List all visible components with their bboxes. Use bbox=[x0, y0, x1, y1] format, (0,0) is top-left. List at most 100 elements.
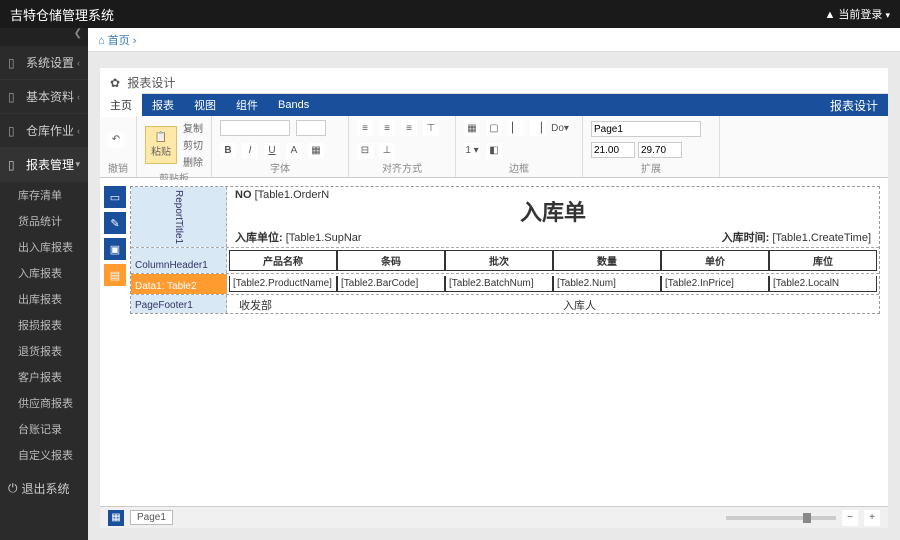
border-width-button[interactable]: 1 ▾ bbox=[464, 143, 480, 159]
align-top-button[interactable]: ⊤ bbox=[423, 120, 439, 136]
field-price[interactable]: [Table2.InPrice] bbox=[661, 276, 769, 292]
user-menu[interactable]: ▲ 当前登录 bbox=[824, 6, 890, 22]
band-label: ColumnHeader1 bbox=[131, 248, 227, 273]
band-body[interactable]: 产品名称 条码 批次 数量 单价 库位 bbox=[227, 248, 879, 273]
border-none-button[interactable]: ▢ bbox=[486, 120, 502, 136]
sidebar-collapse-button[interactable]: ❮ bbox=[0, 28, 88, 46]
align-middle-button[interactable]: ⊟ bbox=[357, 143, 373, 159]
fill-color-button[interactable]: ▦ bbox=[308, 143, 324, 159]
col-qty[interactable]: 数量 bbox=[553, 250, 661, 271]
group-clipboard: 📋 粘贴 复制 剪切 删除 剪贴板 bbox=[137, 116, 212, 177]
band-page-footer[interactable]: PageFooter1 收发部 入库人 bbox=[131, 295, 879, 313]
field-barcode[interactable]: [Table2.BarCode] bbox=[337, 276, 445, 292]
col-barcode[interactable]: 条码 bbox=[337, 250, 445, 271]
chevron-down-icon bbox=[885, 9, 890, 21]
main: ⌂ 首页 › ✿ 报表设计 主页 报表 视图 组件 Bands 报表设计 ↶ 撤… bbox=[88, 28, 900, 540]
design-surface[interactable]: ▭ ✎ ▣ ▤ ReportTitle1 NO [Table1.OrderN 入… bbox=[100, 180, 888, 506]
tool-barcode[interactable]: ▤ bbox=[104, 264, 126, 286]
zoom-out-button[interactable]: − bbox=[842, 510, 858, 526]
align-right-button[interactable]: ≡ bbox=[401, 120, 417, 136]
border-right-button[interactable]: ▕ bbox=[530, 120, 546, 136]
tool-image[interactable]: ▣ bbox=[104, 238, 126, 260]
band-report-title[interactable]: ReportTitle1 NO [Table1.OrderN 入库单 入库单位:… bbox=[131, 187, 879, 248]
field-operator[interactable]: 入库人 bbox=[553, 297, 877, 311]
sub-in-report[interactable]: 入库报表 bbox=[0, 260, 88, 286]
field-product[interactable]: [Table2.ProductName] bbox=[229, 276, 337, 292]
band-body[interactable]: 收发部 入库人 bbox=[227, 295, 879, 313]
tool-text[interactable]: ✎ bbox=[104, 212, 126, 234]
zoom-slider[interactable] bbox=[726, 516, 836, 520]
cut-button[interactable]: 剪切 bbox=[183, 137, 203, 152]
paste-button[interactable]: 📋 粘贴 bbox=[145, 126, 177, 164]
font-size-select[interactable] bbox=[296, 120, 326, 136]
font-family-select[interactable] bbox=[220, 120, 290, 136]
nav-report-mgmt[interactable]: ▯ 报表管理 ▾ bbox=[0, 148, 88, 182]
align-bottom-button[interactable]: ⊥ bbox=[379, 143, 395, 159]
panel: ✿ 报表设计 主页 报表 视图 组件 Bands 报表设计 ↶ 撤销 📋 bbox=[100, 68, 888, 528]
nav-system-settings[interactable]: ▯ 系统设置 ‹ bbox=[0, 46, 88, 80]
tab-bands[interactable]: Bands bbox=[268, 95, 319, 115]
tab-view[interactable]: 视图 bbox=[184, 93, 226, 117]
undo-button[interactable]: ↶ bbox=[108, 132, 124, 148]
add-page-button[interactable]: ▦ bbox=[108, 510, 124, 526]
page-height-input[interactable] bbox=[638, 142, 682, 158]
toolbox-rail: ▭ ✎ ▣ ▤ bbox=[104, 186, 126, 290]
sub-damage-report[interactable]: 报损报表 bbox=[0, 312, 88, 338]
band-column-header[interactable]: ColumnHeader1 产品名称 条码 批次 数量 单价 库位 bbox=[131, 248, 879, 274]
delete-button[interactable]: 删除 bbox=[183, 154, 203, 169]
sub-inout-report[interactable]: 出入库报表 bbox=[0, 234, 88, 260]
sub-return-report[interactable]: 退货报表 bbox=[0, 338, 88, 364]
col-product[interactable]: 产品名称 bbox=[229, 250, 337, 271]
nav-warehouse-ops[interactable]: ▯ 仓库作业 ‹ bbox=[0, 114, 88, 148]
field-location[interactable]: [Table2.LocalN bbox=[769, 276, 877, 292]
zoom-thumb[interactable] bbox=[803, 513, 811, 523]
group-page: 扩展 bbox=[583, 116, 720, 177]
copy-button[interactable]: 复制 bbox=[183, 120, 203, 135]
sub-supplier-report[interactable]: 供应商报表 bbox=[0, 390, 88, 416]
font-color-button[interactable]: A bbox=[286, 143, 302, 159]
page-tab[interactable]: Page1 bbox=[130, 510, 173, 525]
sub-out-report[interactable]: 出库报表 bbox=[0, 286, 88, 312]
bookmark-icon: ▯ bbox=[8, 124, 22, 138]
field-doc-title[interactable]: 入库单 bbox=[227, 195, 879, 227]
sub-ledger[interactable]: 台账记录 bbox=[0, 416, 88, 442]
page-select[interactable] bbox=[591, 121, 701, 137]
border-left-button[interactable]: ▏ bbox=[508, 120, 524, 136]
field-batch[interactable]: [Table2.BatchNum] bbox=[445, 276, 553, 292]
sub-custom-report[interactable]: 自定义报表 bbox=[0, 442, 88, 468]
border-style-button[interactable]: Do▾ bbox=[552, 120, 568, 136]
tab-home[interactable]: 主页 bbox=[100, 93, 142, 117]
col-batch[interactable]: 批次 bbox=[445, 250, 553, 271]
align-left-button[interactable]: ≡ bbox=[357, 120, 373, 136]
sub-customer-report[interactable]: 客户报表 bbox=[0, 364, 88, 390]
border-color-button[interactable]: ◧ bbox=[486, 143, 502, 159]
breadcrumb-home[interactable]: 首页 bbox=[108, 35, 130, 47]
field-qty[interactable]: [Table2.Num] bbox=[553, 276, 661, 292]
band-body[interactable]: NO [Table1.OrderN 入库单 入库单位: [Table1.SupN… bbox=[227, 187, 879, 247]
band-body[interactable]: [Table2.ProductName] [Table2.BarCode] [T… bbox=[227, 274, 879, 294]
nav-basic-data[interactable]: ▯ 基本资料 ‹ bbox=[0, 80, 88, 114]
sub-inventory-list[interactable]: 库存清单 bbox=[0, 182, 88, 208]
tab-report[interactable]: 报表 bbox=[142, 93, 184, 117]
sub-product-stats[interactable]: 货品统计 bbox=[0, 208, 88, 234]
page-width-input[interactable] bbox=[591, 142, 635, 158]
italic-button[interactable]: I bbox=[242, 143, 258, 159]
field-supplier[interactable]: 入库单位: [Table1.SupNar bbox=[235, 229, 362, 245]
band-data[interactable]: Data1: Table2 [Table2.ProductName] [Tabl… bbox=[131, 274, 879, 295]
user-label: 当前登录 bbox=[838, 9, 882, 21]
col-price[interactable]: 单价 bbox=[661, 250, 769, 271]
tab-component[interactable]: 组件 bbox=[226, 93, 268, 117]
zoom-in-button[interactable]: + bbox=[864, 510, 880, 526]
field-create-time[interactable]: 入库时间: [Table1.CreateTime] bbox=[722, 229, 871, 245]
topbar: 吉特仓储管理系统 ▲ 当前登录 bbox=[0, 0, 900, 28]
bold-button[interactable]: B bbox=[220, 143, 236, 159]
chevron-left-icon: ‹ bbox=[77, 92, 80, 102]
border-all-button[interactable]: ▦ bbox=[464, 120, 480, 136]
home-icon[interactable]: ⌂ bbox=[98, 35, 105, 47]
tool-pointer[interactable]: ▭ bbox=[104, 186, 126, 208]
align-center-button[interactable]: ≡ bbox=[379, 120, 395, 136]
underline-button[interactable]: U bbox=[264, 143, 280, 159]
field-dept[interactable]: 收发部 bbox=[229, 297, 553, 311]
col-location[interactable]: 库位 bbox=[769, 250, 877, 271]
nav-logout[interactable]: ⏻ 退出系统 bbox=[0, 472, 88, 505]
